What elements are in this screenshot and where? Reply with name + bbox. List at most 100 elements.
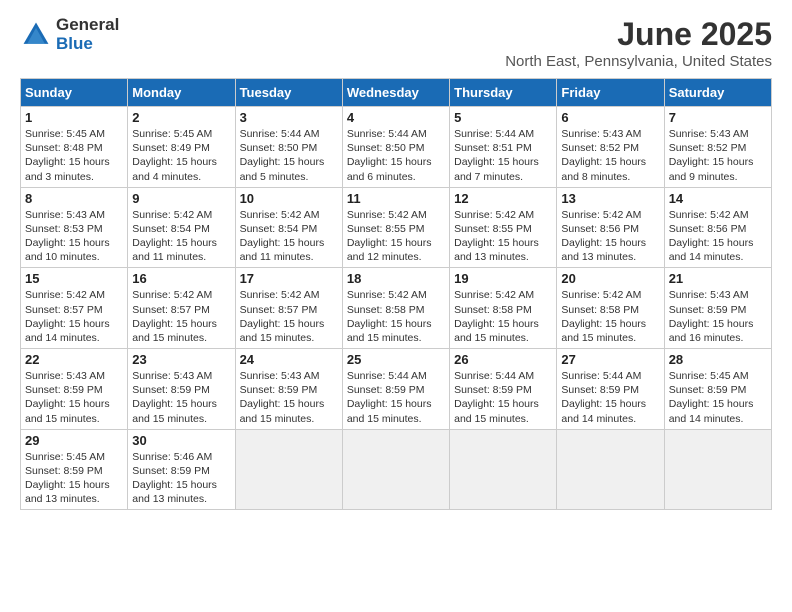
header-thursday: Thursday	[450, 79, 557, 107]
calendar-cell: 2Sunrise: 5:45 AMSunset: 8:49 PMDaylight…	[128, 107, 235, 188]
day-number: 9	[132, 191, 230, 206]
day-info: Sunrise: 5:42 AMSunset: 8:54 PMDaylight:…	[132, 208, 230, 265]
day-number: 23	[132, 352, 230, 367]
day-number: 6	[561, 110, 659, 125]
calendar-cell: 29 Sunrise: 5:45 AMSunset: 8:59 PMDayligh…	[21, 429, 128, 510]
header-friday: Friday	[557, 79, 664, 107]
calendar-cell: 17Sunrise: 5:42 AMSunset: 8:57 PMDayligh…	[235, 268, 342, 349]
calendar-cell	[235, 429, 342, 510]
page: General Blue June 2025 North East, Penns…	[0, 0, 792, 612]
day-number: 4	[347, 110, 445, 125]
day-info: Sunrise: 5:44 AMSunset: 8:59 PMDaylight:…	[561, 369, 659, 426]
title-block: June 2025 North East, Pennsylvania, Unit…	[505, 16, 772, 70]
day-info: Sunrise: 5:43 AMSunset: 8:52 PMDaylight:…	[669, 127, 767, 184]
calendar-cell: 13 Sunrise: 5:42 AMSunset: 8:56 PMDayligh…	[557, 187, 664, 268]
calendar-cell: 28 Sunrise: 5:45 AMSunset: 8:59 PMDayligh…	[664, 349, 771, 430]
day-info: Sunrise: 5:43 AMSunset: 8:59 PMDaylight:…	[132, 369, 230, 426]
header-tuesday: Tuesday	[235, 79, 342, 107]
day-info: Sunrise: 5:42 AMSunset: 8:57 PMDaylight:…	[240, 288, 338, 345]
day-info: Sunrise: 5:42 AMSunset: 8:57 PMDaylight:…	[132, 288, 230, 345]
day-info: Sunrise: 5:42 AMSunset: 8:55 PMDaylight:…	[454, 208, 552, 265]
day-info: Sunrise: 5:45 AMSunset: 8:48 PMDaylight:…	[25, 127, 123, 184]
calendar-cell: 9 Sunrise: 5:42 AMSunset: 8:54 PMDaylight…	[128, 187, 235, 268]
day-info: Sunrise: 5:42 AMSunset: 8:56 PMDaylight:…	[561, 208, 659, 265]
week-row-5: 29 Sunrise: 5:45 AMSunset: 8:59 PMDayligh…	[21, 429, 772, 510]
calendar-cell: 24Sunrise: 5:43 AMSunset: 8:59 PMDayligh…	[235, 349, 342, 430]
day-info: Sunrise: 5:43 AMSunset: 8:59 PMDaylight:…	[669, 288, 767, 345]
day-info: Sunrise: 5:42 AMSunset: 8:58 PMDaylight:…	[347, 288, 445, 345]
day-number: 5	[454, 110, 552, 125]
day-number: 11	[347, 191, 445, 206]
calendar-cell: 22Sunrise: 5:43 AMSunset: 8:59 PMDayligh…	[21, 349, 128, 430]
calendar-cell: 21 Sunrise: 5:43 AMSunset: 8:59 PMDayligh…	[664, 268, 771, 349]
day-info: Sunrise: 5:42 AMSunset: 8:56 PMDaylight:…	[669, 208, 767, 265]
calendar-cell: 30Sunrise: 5:46 AMSunset: 8:59 PMDayligh…	[128, 429, 235, 510]
day-number: 16	[132, 271, 230, 286]
day-number: 21	[669, 271, 767, 286]
day-number: 29	[25, 433, 123, 448]
month-title: June 2025	[505, 16, 772, 53]
day-number: 2	[132, 110, 230, 125]
header-monday: Monday	[128, 79, 235, 107]
calendar-cell: 20Sunrise: 5:42 AMSunset: 8:58 PMDayligh…	[557, 268, 664, 349]
calendar-cell: 4Sunrise: 5:44 AMSunset: 8:50 PMDaylight…	[342, 107, 449, 188]
calendar-cell: 18 Sunrise: 5:42 AMSunset: 8:58 PMDayligh…	[342, 268, 449, 349]
calendar-cell: 8 Sunrise: 5:43 AMSunset: 8:53 PMDaylight…	[21, 187, 128, 268]
week-row-4: 22 Sunrise: 5:43 AMSunset: 8:59 PMDayligh…	[21, 349, 772, 430]
day-number: 8	[25, 191, 123, 206]
week-row-3: 15 Sunrise: 5:42 AMSunset: 8:57 PMDayligh…	[21, 268, 772, 349]
calendar-cell: 12Sunrise: 5:42 AMSunset: 8:55 PMDayligh…	[450, 187, 557, 268]
calendar-cell: 6 Sunrise: 5:43 AMSunset: 8:52 PMDaylight…	[557, 107, 664, 188]
day-info: Sunrise: 5:42 AMSunset: 8:55 PMDaylight:…	[347, 208, 445, 265]
logo-blue: Blue	[56, 35, 119, 54]
calendar-cell: 15Sunrise: 5:42 AMSunset: 8:57 PMDayligh…	[21, 268, 128, 349]
day-number: 28	[669, 352, 767, 367]
calendar-cell	[664, 429, 771, 510]
header-wednesday: Wednesday	[342, 79, 449, 107]
header-sunday: Sunday	[21, 79, 128, 107]
calendar-cell	[557, 429, 664, 510]
day-info: Sunrise: 5:44 AMSunset: 8:50 PMDaylight:…	[240, 127, 338, 184]
day-info: Sunrise: 5:43 AMSunset: 8:52 PMDaylight:…	[561, 127, 659, 184]
day-info: Sunrise: 5:42 AMSunset: 8:58 PMDaylight:…	[561, 288, 659, 345]
calendar-cell: 27 Sunrise: 5:44 AMSunset: 8:59 PMDayligh…	[557, 349, 664, 430]
day-info: Sunrise: 5:45 AMSunset: 8:59 PMDaylight:…	[669, 369, 767, 426]
day-number: 27	[561, 352, 659, 367]
day-number: 19	[454, 271, 552, 286]
day-number: 18	[347, 271, 445, 286]
day-info: Sunrise: 5:42 AMSunset: 8:58 PMDaylight:…	[454, 288, 552, 345]
calendar-cell: 26 Sunrise: 5:44 AMSunset: 8:59 PMDayligh…	[450, 349, 557, 430]
calendar-cell: 14 Sunrise: 5:42 AMSunset: 8:56 PMDayligh…	[664, 187, 771, 268]
calendar-cell: 25 Sunrise: 5:44 AMSunset: 8:59 PMDayligh…	[342, 349, 449, 430]
logo-general: General	[56, 16, 119, 35]
day-number: 26	[454, 352, 552, 367]
calendar-cell: 19 Sunrise: 5:42 AMSunset: 8:58 PMDayligh…	[450, 268, 557, 349]
day-info: Sunrise: 5:44 AMSunset: 8:59 PMDaylight:…	[347, 369, 445, 426]
day-number: 30	[132, 433, 230, 448]
day-number: 22	[25, 352, 123, 367]
header-saturday: Saturday	[664, 79, 771, 107]
weekday-header-row: Sunday Monday Tuesday Wednesday Thursday…	[21, 79, 772, 107]
week-row-1: 1Sunrise: 5:45 AMSunset: 8:48 PMDaylight…	[21, 107, 772, 188]
calendar-table: Sunday Monday Tuesday Wednesday Thursday…	[20, 78, 772, 510]
day-info: Sunrise: 5:42 AMSunset: 8:54 PMDaylight:…	[240, 208, 338, 265]
day-number: 7	[669, 110, 767, 125]
logo-icon	[20, 19, 52, 51]
calendar-cell: 5Sunrise: 5:44 AMSunset: 8:51 PMDaylight…	[450, 107, 557, 188]
day-info: Sunrise: 5:44 AMSunset: 8:59 PMDaylight:…	[454, 369, 552, 426]
day-number: 25	[347, 352, 445, 367]
day-number: 10	[240, 191, 338, 206]
day-info: Sunrise: 5:43 AMSunset: 8:53 PMDaylight:…	[25, 208, 123, 265]
calendar-cell: 16 Sunrise: 5:42 AMSunset: 8:57 PMDayligh…	[128, 268, 235, 349]
day-info: Sunrise: 5:45 AMSunset: 8:59 PMDaylight:…	[25, 450, 123, 507]
location-subtitle: North East, Pennsylvania, United States	[505, 53, 772, 70]
calendar-cell: 1Sunrise: 5:45 AMSunset: 8:48 PMDaylight…	[21, 107, 128, 188]
calendar-cell: 3Sunrise: 5:44 AMSunset: 8:50 PMDaylight…	[235, 107, 342, 188]
header: General Blue June 2025 North East, Penns…	[20, 16, 772, 70]
calendar-cell: 10 Sunrise: 5:42 AMSunset: 8:54 PMDayligh…	[235, 187, 342, 268]
logo: General Blue	[20, 16, 119, 53]
day-number: 13	[561, 191, 659, 206]
day-number: 15	[25, 271, 123, 286]
day-number: 14	[669, 191, 767, 206]
calendar-cell: 11 Sunrise: 5:42 AMSunset: 8:55 PMDayligh…	[342, 187, 449, 268]
